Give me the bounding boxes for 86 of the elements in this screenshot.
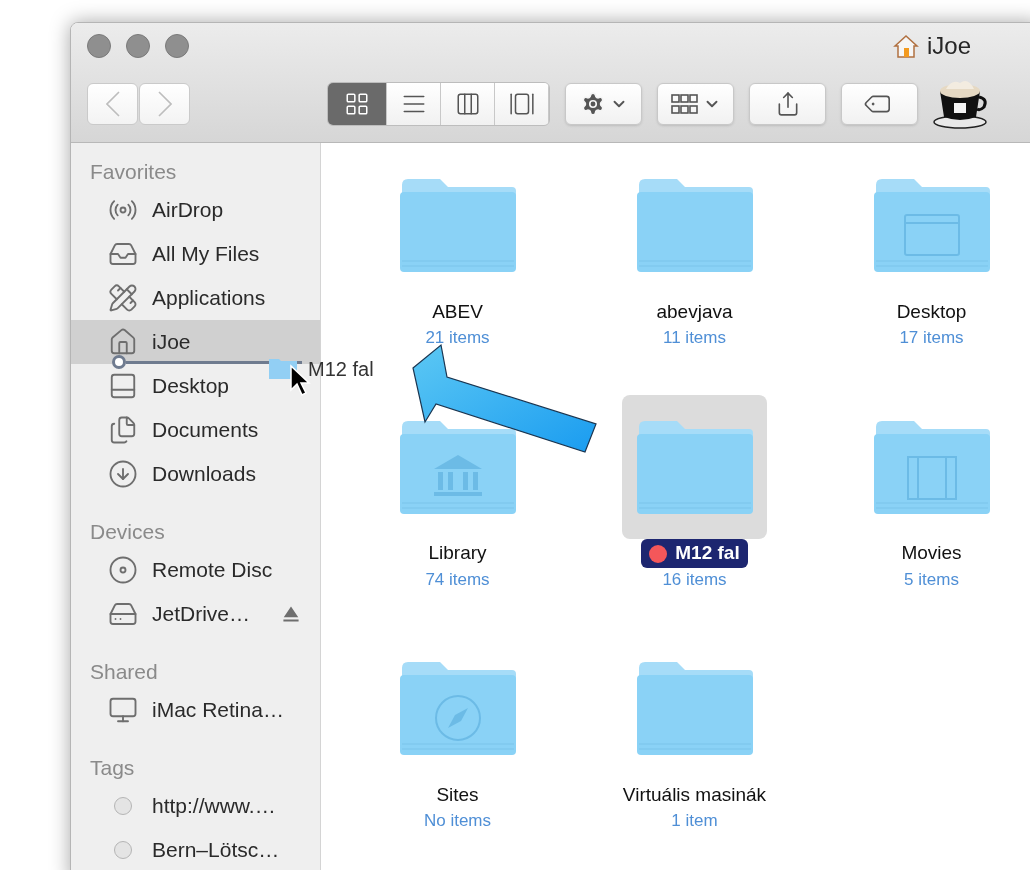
download-icon [108, 459, 138, 489]
grid-icon [344, 91, 370, 117]
coffee-cup-icon[interactable] [932, 79, 990, 129]
disc-icon [108, 555, 138, 585]
share-button[interactable] [749, 83, 826, 125]
sidebar-item-label: Bern–Lötsc… [152, 837, 280, 864]
action-menu-button[interactable] [565, 83, 642, 125]
sidebar-item[interactable]: Downloads [71, 452, 306, 496]
sidebar-item-label: iMac Retina… [152, 697, 284, 724]
sidebar-item[interactable]: Remote Disc [71, 548, 306, 592]
view-mode-tab[interactable] [495, 83, 549, 125]
zoom-button[interactable] [165, 34, 189, 58]
panel-icon [108, 371, 138, 401]
tag-button[interactable] [841, 83, 918, 125]
folder-name: Virtuális masinák [621, 782, 768, 807]
item-count: 21 items [425, 327, 490, 349]
folder-icon [634, 418, 755, 515]
sidebar-item[interactable]: AirDrop [71, 188, 306, 232]
house-icon [892, 33, 919, 59]
folder-item[interactable]: Movies 5 items [813, 394, 1030, 592]
compass-emblem [434, 695, 481, 741]
view-mode-tab[interactable] [441, 83, 495, 125]
sidebar-item[interactable]: Bern–Lötsc… [71, 828, 306, 870]
view-mode-tab[interactable] [328, 83, 387, 125]
folder-item[interactable]: M12 fal 16 items [576, 394, 813, 592]
item-count: 16 items [662, 568, 727, 591]
minimize-button[interactable] [126, 34, 150, 58]
sidebar-item-label: Documents [152, 417, 259, 444]
columns-icon [454, 91, 481, 117]
arrange-button[interactable] [657, 83, 734, 125]
sidebar-item-label: All My Files [152, 241, 260, 268]
sidebar-item-label: Remote Disc [152, 557, 273, 584]
pencil-ruler-icon [108, 283, 138, 313]
sidebar-item-label: JetDrive… [152, 601, 251, 628]
sidebar-item[interactable]: iMac Retina… [71, 688, 306, 732]
sidebar-item-label: AirDrop [152, 197, 224, 224]
documents-icon [108, 415, 138, 445]
sidebar-item[interactable]: Documents [71, 408, 306, 452]
folder-name: Library [427, 541, 488, 566]
forward-icon [157, 91, 172, 117]
sidebar-heading: Favorites [89, 159, 178, 185]
building-emblem [433, 454, 482, 496]
item-count: No items [423, 810, 492, 832]
sidebar-item[interactable]: http://www.… [71, 784, 306, 828]
back-icon [105, 91, 120, 117]
sidebar-item[interactable]: Applications [71, 276, 306, 320]
folder-icon [634, 660, 755, 756]
view-mode-tab[interactable] [387, 83, 441, 125]
folder-item[interactable]: abevjava 11 items [576, 153, 813, 351]
mouse-cursor-icon [289, 364, 311, 398]
item-count: 17 items [899, 327, 964, 349]
sidebar-item-label: Desktop [152, 373, 230, 400]
sidebar-item-label: Downloads [152, 461, 256, 488]
folder-icon [634, 177, 755, 273]
window-emblem [903, 214, 960, 256]
monitor-icon [108, 695, 138, 725]
item-count: 74 items [425, 568, 490, 591]
close-button[interactable] [87, 34, 111, 58]
folder-name: Desktop [895, 299, 968, 324]
item-count: 5 items [904, 568, 959, 591]
film-emblem [906, 455, 957, 500]
folder-name: Sites [435, 782, 480, 807]
folder-item[interactable]: Desktop 17 items [813, 153, 1030, 351]
folder-item[interactable]: Virtuális masinák 1 item [576, 636, 813, 834]
arrange-icon [670, 94, 699, 114]
cover-flow-icon [508, 91, 535, 117]
folder-item[interactable]: ABEV 21 items [339, 153, 576, 351]
sidebar-item-label: iJoe [152, 329, 191, 356]
folder-item[interactable]: Sites No items [339, 636, 576, 834]
sidebar-item-label: http://www.… [152, 793, 276, 820]
folder-name: M12 fal [641, 539, 748, 568]
sidebar-item[interactable]: JetDrive… [71, 592, 306, 636]
sidebar-heading: Devices [89, 519, 166, 545]
house-icon [108, 327, 138, 357]
folder-name: ABEV [431, 299, 484, 324]
folder-name: Movies [900, 541, 963, 566]
folder-name: abevjava [655, 299, 734, 324]
folder-item[interactable]: Library 74 items [339, 394, 576, 592]
window-title: iJoe [926, 31, 971, 61]
sidebar-item-label: Applications [152, 285, 266, 312]
folder-icon [397, 177, 518, 273]
item-count: 1 item [671, 810, 718, 832]
sidebar-heading: Tags [89, 755, 136, 781]
sidebar-heading: Shared [89, 659, 159, 685]
item-count: 11 items [663, 327, 726, 349]
sidebar-item[interactable]: All My Files [71, 232, 306, 276]
